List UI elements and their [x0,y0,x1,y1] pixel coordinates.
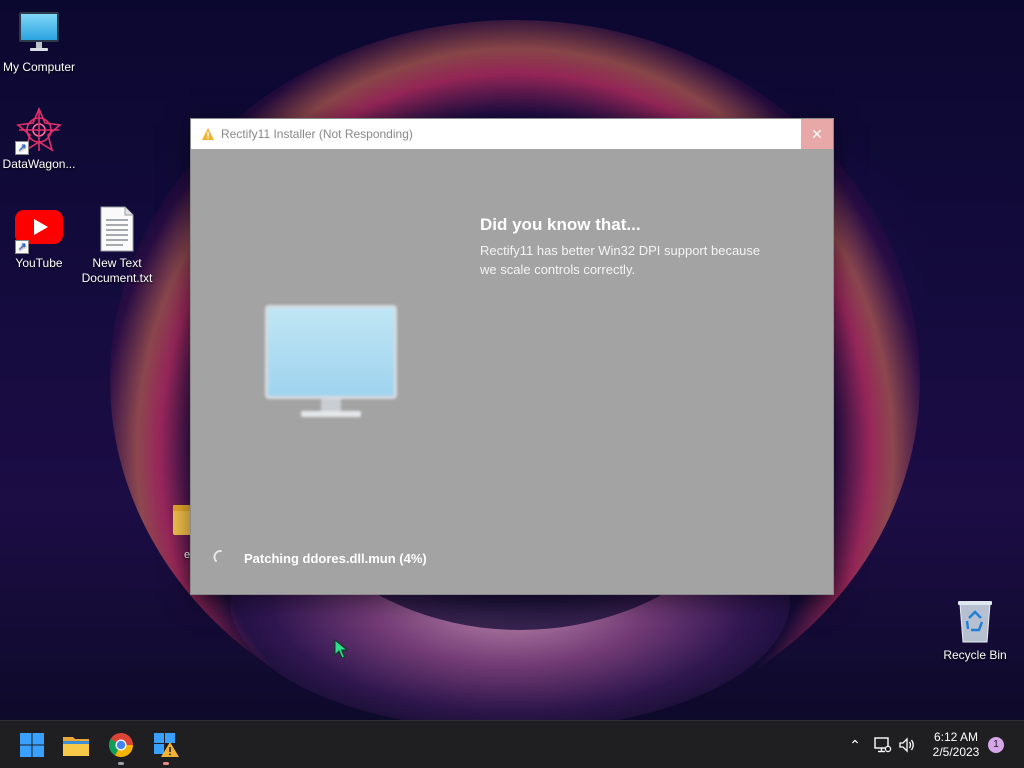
taskbar-clock[interactable]: 6:12 AM 2/5/2023 [920,730,992,760]
taskbar-start-button[interactable] [16,729,48,761]
taskbar-installer-button[interactable] [150,729,182,765]
desktop-icon-youtube[interactable]: ↗ YouTube [0,206,79,271]
text-document-icon [93,206,141,252]
did-you-know-text: Rectify11 has better Win32 DPI support b… [480,243,761,277]
desktop-icon-my-computer[interactable]: My Computer [0,10,79,75]
installer-icon [202,128,214,140]
app-running-indicator [118,762,124,765]
loading-spinner-icon [213,550,222,562]
file-explorer-icon [63,737,89,756]
folder-icon [173,505,195,535]
windows-start-icon [20,733,44,757]
chrome-icon [108,733,133,758]
desktop-icon-label: YouTube [15,256,63,270]
recycle-bin-icon [951,598,999,644]
shortcut-arrow-icon: ↗ [15,141,29,155]
installer-window[interactable]: Rectify11 Installer (Not Responding) ✕ D… [190,118,834,595]
progress-status-text: Patching ddores.dll.mun (4%) [244,551,427,566]
shortcut-arrow-icon: ↗ [15,240,29,254]
desktop-icon-label: New Text Document.txt [81,256,153,285]
did-you-know-heading: Did you know that... [480,215,641,234]
desktop-icon-label: DataWagon... [2,157,76,171]
taskbar: ⌃ 6:12 AM 2/5/2023 1 [0,720,1024,768]
taskbar-chrome-button[interactable] [105,729,137,765]
notification-badge[interactable]: 1 [988,737,1004,753]
desktop-icon-label: My Computer [2,60,76,74]
monitor-icon [15,10,63,56]
desktop-icon-datawagon[interactable]: ↗ DataWagon... [0,106,79,172]
installer-icon [154,733,179,757]
volume-icon[interactable] [897,735,917,755]
taskbar-file-explorer-button[interactable] [60,729,92,761]
youtube-icon: ↗ [15,206,63,254]
datawagon-logo-icon: ↗ [15,106,63,155]
monitor-illustration-icon [265,305,397,417]
tray-overflow-chevron[interactable]: ⌃ [845,735,865,755]
desktop-icon-new-text-document[interactable]: New Text Document.txt [77,206,157,286]
window-titlebar[interactable]: Rectify11 Installer (Not Responding) [191,119,833,149]
app-running-indicator [163,762,169,765]
window-title: Rectify11 Installer (Not Responding) [221,127,413,141]
mouse-cursor-icon [334,639,348,659]
close-button[interactable]: ✕ [801,119,833,149]
desktop-icon-recycle-bin[interactable]: Recycle Bin [935,598,1015,663]
desktop-icon-label: Recycle Bin [943,648,1007,662]
clock-date: 2/5/2023 [932,745,980,759]
clock-time: 6:12 AM [933,730,979,744]
network-icon[interactable] [872,735,892,755]
